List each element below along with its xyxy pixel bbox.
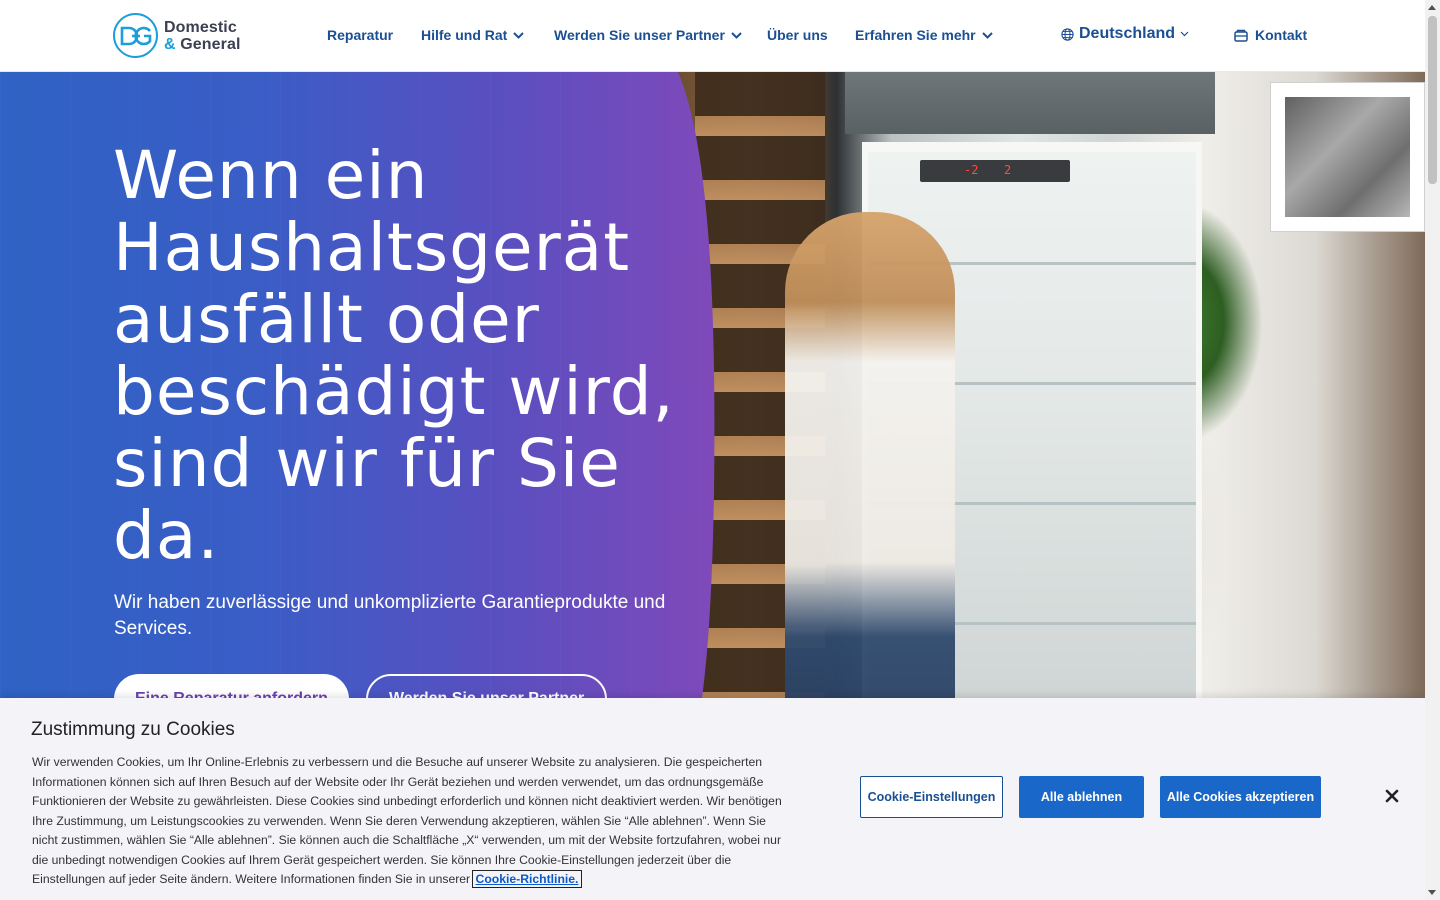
nav-item-reparatur[interactable]: Reparatur <box>327 27 393 43</box>
nav-item-label: Reparatur <box>327 27 394 43</box>
scroll-up-arrow-icon[interactable] <box>1428 5 1436 10</box>
nav-item-label: Hilfe und Rat <box>421 27 508 43</box>
accept-all-button[interactable]: Alle Cookies akzeptieren <box>1160 776 1321 818</box>
logo-wordmark: Domestic & General <box>164 19 241 53</box>
contact-icon <box>1234 29 1248 42</box>
nav-item-hilfe-und-rat[interactable]: Hilfe und Rat <box>421 27 525 43</box>
logo-line-1: Domestic <box>164 18 237 36</box>
reject-all-button[interactable]: Alle ablehnen <box>1019 776 1144 818</box>
scroll-down-arrow-icon[interactable] <box>1428 890 1436 895</box>
country-label: Deutschland <box>1079 25 1176 42</box>
kitchen-cabinet <box>845 72 1215 134</box>
page-scrollbar[interactable] <box>1425 0 1440 900</box>
chevron-down-icon <box>1180 31 1189 37</box>
contact-link[interactable]: Kontakt <box>1234 27 1307 43</box>
country-selector[interactable]: Deutschland <box>1061 25 1189 43</box>
cookie-banner: Zustimmung zu Cookies Wir verwenden Cook… <box>0 698 1425 900</box>
cookie-title: Zustimmung zu Cookies <box>31 719 235 740</box>
cookie-text: Wir verwenden Cookies, um Ihr Online-Erl… <box>32 753 792 890</box>
logo-ampersand: & <box>164 35 176 53</box>
scrollbar-thumb[interactable] <box>1428 16 1437 184</box>
nav-item-label: Erfahren Sie mehr <box>855 27 976 43</box>
logo-line-2-text: General <box>175 35 241 53</box>
nav-item-ueber-uns[interactable]: Über uns <box>767 27 828 43</box>
nav-item-label: Über uns <box>767 27 828 43</box>
nav-item-erfahren-sie-mehr[interactable]: Erfahren Sie mehr <box>855 27 993 43</box>
chevron-down-icon <box>731 31 742 39</box>
hero-subtitle: Wir haben zuverlässige und unkompliziert… <box>114 592 666 639</box>
fridge-display-left: -2 <box>964 163 979 177</box>
nav-item-partner[interactable]: Werden Sie unser Partner <box>554 27 742 43</box>
cookie-policy-link[interactable]: Cookie-Richtlinie. <box>471 870 583 888</box>
wall-picture <box>1270 82 1425 232</box>
fridge-display: -2 2 <box>920 160 1070 182</box>
close-icon[interactable] <box>1383 787 1401 805</box>
dg-logo-icon <box>113 13 158 58</box>
chevron-down-icon <box>981 31 993 39</box>
nav-item-label: Werden Sie unser Partner <box>554 27 725 43</box>
chevron-down-icon <box>513 31 525 39</box>
woman-figure <box>785 212 955 712</box>
cookie-settings-button[interactable]: Cookie-Einstellungen <box>860 776 1003 818</box>
globe-icon <box>1061 27 1074 41</box>
hero-section: -2 2 Wenn ein Haushaltsgerät ausfällt od… <box>0 72 1425 712</box>
cookie-body: Wir verwenden Cookies, um Ihr Online-Erl… <box>32 755 782 886</box>
site-header: Domestic & General Reparatur Hilfe und R… <box>0 0 1425 72</box>
logo-line-2: & General <box>164 36 241 53</box>
hero-image: -2 2 <box>640 72 1425 712</box>
contact-label: Kontakt <box>1255 27 1308 43</box>
fridge-display-right: 2 <box>1004 163 1012 177</box>
logo[interactable]: Domestic & General <box>113 13 241 58</box>
hero-title: Wenn ein Haushaltsgerät ausfällt oder be… <box>113 137 675 574</box>
cookie-buttons: Cookie-Einstellungen Alle ablehnen Alle … <box>860 776 1321 818</box>
